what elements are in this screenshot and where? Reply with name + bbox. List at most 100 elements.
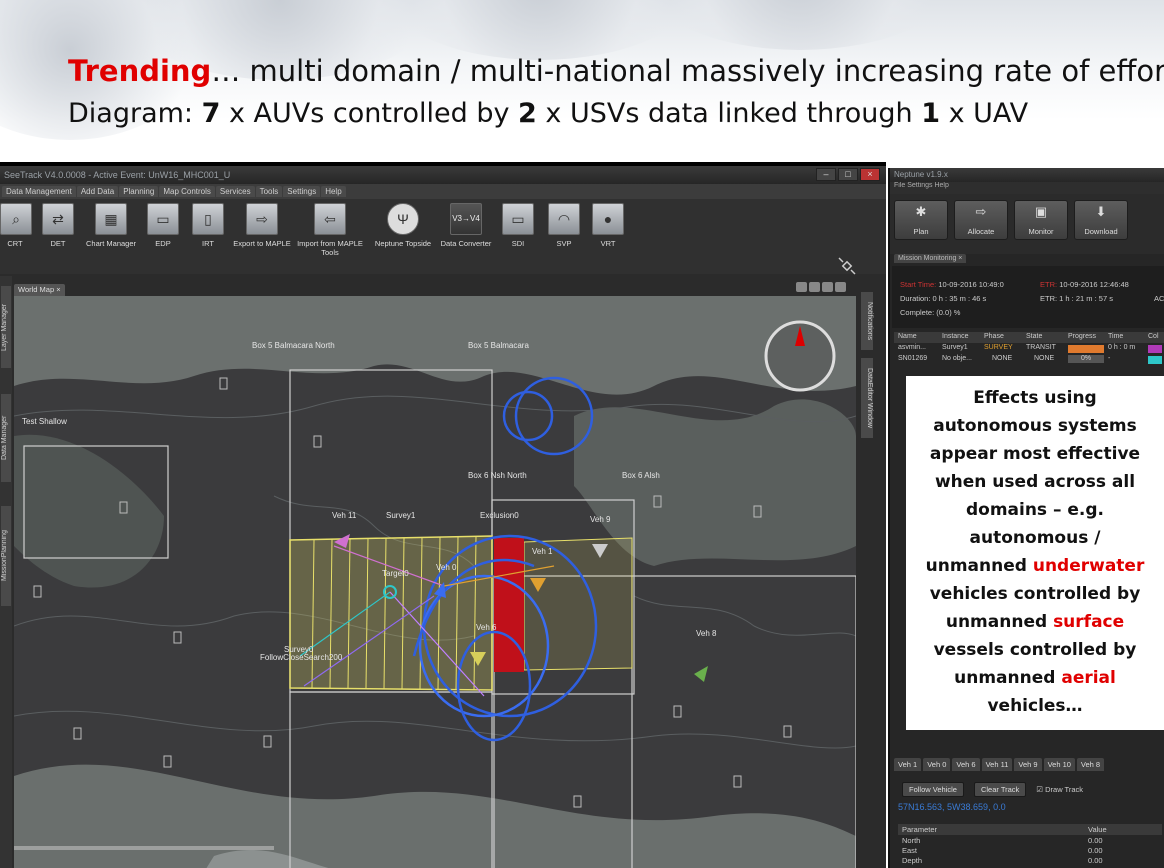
parameter-table: Parameter Value North 0.00 East 0.00 Depth… <box>898 824 1162 865</box>
clear-track-button[interactable]: Clear Track <box>973 782 1027 797</box>
maximize-button[interactable]: □ <box>838 168 858 181</box>
tool-data-converter[interactable]: V3→V4 Data Converter <box>438 203 494 248</box>
tool-import-maple[interactable]: ⇦ Import from MAPLE Tools <box>294 203 366 257</box>
world-map-tab[interactable]: World Map × <box>14 284 65 296</box>
mission-monitoring-tab[interactable]: Mission Monitoring × <box>894 254 967 263</box>
minimize-button[interactable]: – <box>816 168 836 181</box>
world-map[interactable]: Box 5 Balmacara North Box 5 Balmacara Te… <box>14 296 856 868</box>
cell-time: - <box>1108 355 1111 362</box>
vehicle-coordinates: 57N16.563, 5W38.659, 0.0 <box>898 802 1006 812</box>
tool-label: VRT <box>600 239 616 248</box>
tab-veh-6[interactable]: Veh 6 <box>952 758 980 771</box>
cell-value: 0.00 <box>1088 856 1103 865</box>
col-name: Name <box>898 333 917 340</box>
start-time-label: Start Time: <box>900 280 937 289</box>
tab-data-editor[interactable]: DataEditor Window <box>861 358 873 438</box>
tool-label: SVP <box>556 239 572 248</box>
col-instance: Instance <box>942 333 969 340</box>
tool-crt[interactable]: ⌕ CRT <box>0 203 32 248</box>
tab-veh-0[interactable]: Veh 0 <box>923 758 951 771</box>
callout-highlight-underwater: underwater <box>1032 556 1145 576</box>
tab-veh-11[interactable]: Veh 11 <box>981 758 1013 771</box>
start-time: Start Time: 10-09-2016 10:49:0 <box>900 280 1004 289</box>
menu-data-management[interactable]: Data Management <box>2 186 76 197</box>
compass-icon[interactable] <box>764 320 836 392</box>
callout-line: Effects using <box>973 388 1097 408</box>
label-target0: Target0 <box>382 569 409 578</box>
tab-veh-8[interactable]: Veh 8 <box>1076 758 1105 771</box>
tool-label: Data Converter <box>440 239 492 248</box>
complete-percent: Complete: (0.0) % <box>900 308 961 317</box>
menu-settings[interactable]: Settings <box>283 186 321 197</box>
menu-services[interactable]: Services <box>215 186 255 197</box>
cell-phase: NONE <box>992 355 1013 362</box>
trending-word: Trending <box>68 54 212 88</box>
menu-tools[interactable]: Tools <box>255 186 283 197</box>
tab-notifications[interactable]: Notifications <box>861 292 873 350</box>
map-button[interactable] <box>796 282 807 292</box>
tool-label: Export to MAPLE <box>233 239 291 248</box>
tool-export-maple[interactable]: ⇨ Export to MAPLE <box>230 203 294 248</box>
callout-line: unmanned aerial <box>906 664 1164 692</box>
draw-track-checkbox[interactable]: ☑ Draw Track <box>1036 785 1083 794</box>
tool-edp[interactable]: ▭ EDP <box>145 203 181 248</box>
tab-veh-10[interactable]: Veh 10 <box>1043 758 1075 771</box>
seetrack-window: SeeTrack V4.0.0008 - Active Event: UnW16… <box>0 162 886 868</box>
cell-state: NONE <box>1034 355 1055 362</box>
tool-vrt[interactable]: ● VRT <box>590 203 626 248</box>
neptune-menubar[interactable]: File Settings Help <box>890 182 1164 194</box>
tool-sdi[interactable]: ▭ SDI <box>500 203 536 248</box>
neptune-titlebar: Neptune v1.9.x <box>890 168 1164 182</box>
label-veh0: Veh 0 <box>436 563 457 572</box>
table-header: Parameter Value <box>898 824 1162 835</box>
map-button[interactable] <box>835 282 846 292</box>
slide-header: Trending… multi domain / multi-national … <box>0 0 1164 160</box>
label-test-shallow: Test Shallow <box>22 417 67 426</box>
download-icon: ⬇ <box>1095 204 1107 219</box>
tab-mission-planning[interactable]: MissionPlanning <box>1 506 11 606</box>
menu-map-controls[interactable]: Map Controls <box>159 186 215 197</box>
search-icon: ⌕ <box>0 203 32 235</box>
tab-data-manager[interactable]: Data Manager <box>1 394 11 482</box>
mission-table: Name Instance Phase State Progress Time … <box>894 332 1164 365</box>
callout-text: unmanned <box>945 612 1054 632</box>
allocate-button[interactable]: ⇨ Allocate <box>954 200 1008 240</box>
plan-button[interactable]: ✱ Plan <box>894 200 948 240</box>
subheadline-text: x UAV <box>939 98 1029 129</box>
tab-veh-9[interactable]: Veh 9 <box>1014 758 1042 771</box>
map-button[interactable] <box>809 282 820 292</box>
tool-svp[interactable]: ◠ SVP <box>546 203 582 248</box>
label-veh8: Veh 8 <box>696 629 717 638</box>
export-icon: ⇨ <box>246 203 278 235</box>
tool-chart-manager[interactable]: ▦ Chart Manager <box>82 203 140 248</box>
checkbox-label: Draw Track <box>1045 785 1084 794</box>
label-box5-north: Box 5 Balmacara North <box>252 341 335 350</box>
tab-veh-1[interactable]: Veh 1 <box>894 758 922 771</box>
table-row[interactable]: SN01269 No obje... NONE NONE 0% - <box>894 354 1164 365</box>
tool-irt[interactable]: ▯ IRT <box>190 203 226 248</box>
monitor-button[interactable]: ▣ Monitor <box>1014 200 1068 240</box>
map-button[interactable] <box>822 282 833 292</box>
table-row[interactable]: North 0.00 <box>898 835 1162 845</box>
tool-neptune-topside[interactable]: Ψ Neptune Topside <box>368 203 438 248</box>
depth-soundings <box>14 846 274 850</box>
download-button[interactable]: ⬇ Download <box>1074 200 1128 240</box>
tool-det[interactable]: ⇄ DET <box>40 203 76 248</box>
close-button[interactable]: × <box>860 168 880 181</box>
window-title: Neptune v1.9.x <box>894 170 948 179</box>
table-row[interactable]: asvmin... Survey1 SURVEY TRANSIT 0 h : 0… <box>894 343 1164 354</box>
table-row[interactable]: East 0.00 <box>898 845 1162 855</box>
menu-planning[interactable]: Planning <box>119 186 159 197</box>
menu-add-data[interactable]: Add Data <box>76 186 119 197</box>
follow-vehicle-button[interactable]: Follow Vehicle <box>902 782 964 797</box>
label-box6: Box 6 Alsh <box>622 471 660 480</box>
import-icon: ⇦ <box>314 203 346 235</box>
table-row[interactable]: Depth 0.00 <box>898 855 1162 865</box>
panel-icon: ▯ <box>192 203 224 235</box>
tab-layer-manager[interactable]: Layer Manager <box>1 286 11 368</box>
sonar-icon: ◠ <box>548 203 580 235</box>
satellite-icon <box>838 257 856 275</box>
menu-help[interactable]: Help <box>321 186 346 197</box>
label-veh11: Veh 11 <box>332 511 357 520</box>
arrows-icon: ⇄ <box>42 203 74 235</box>
